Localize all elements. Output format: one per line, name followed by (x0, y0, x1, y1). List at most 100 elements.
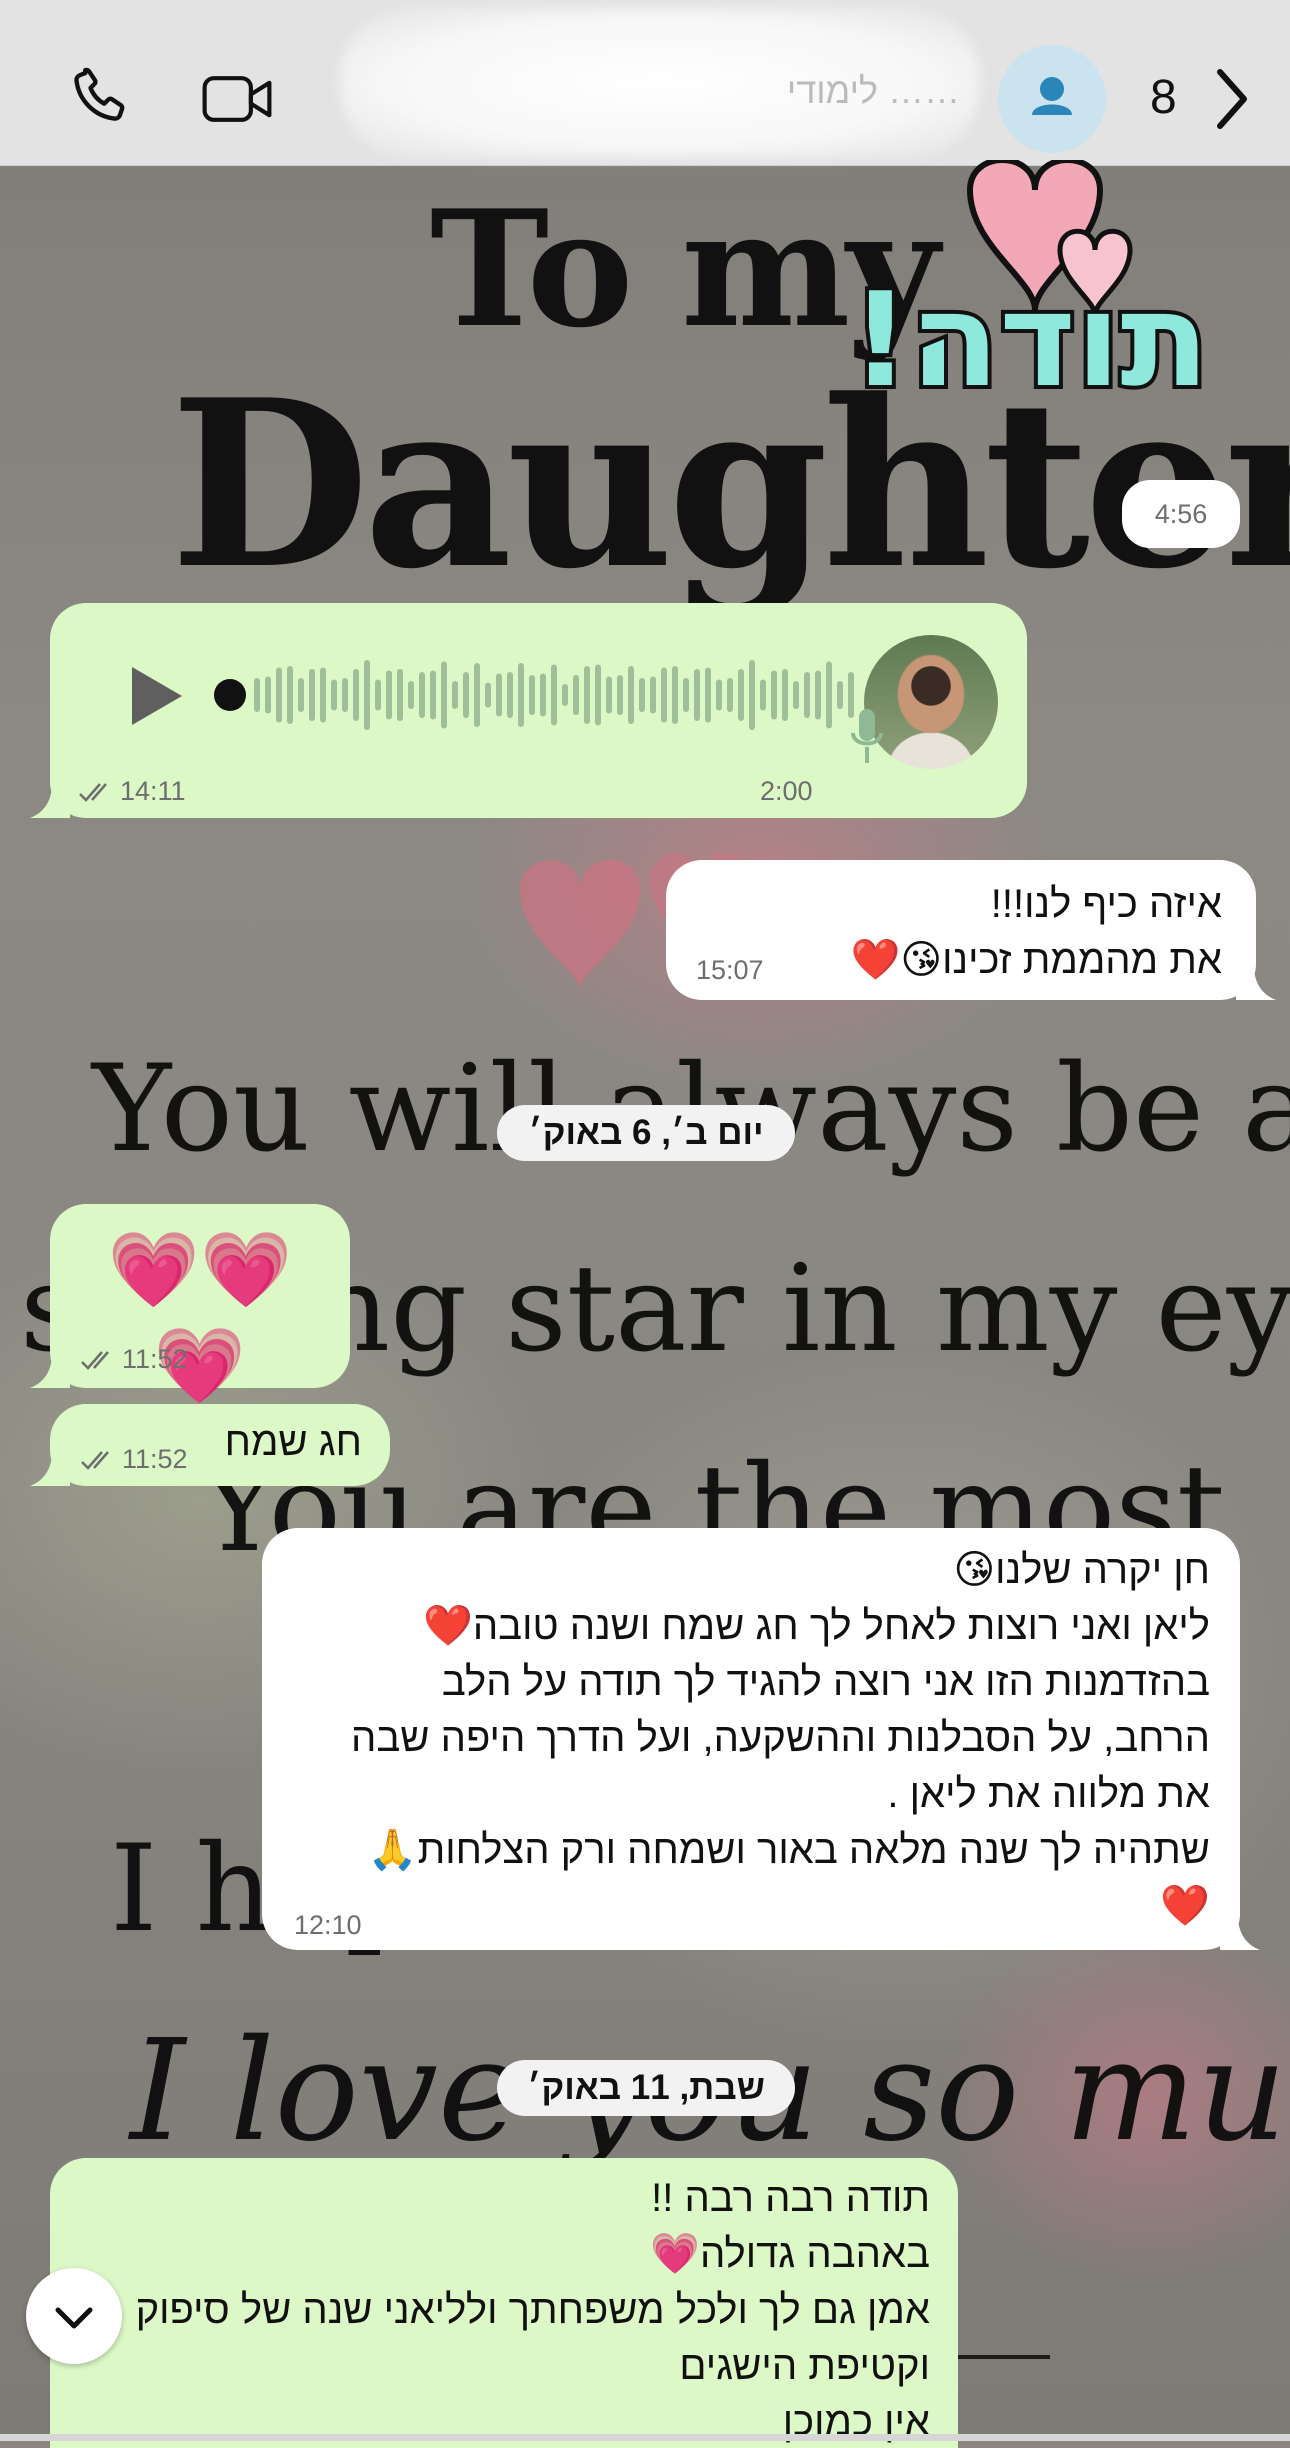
sticker-timestamp: 4:56 (1122, 480, 1240, 548)
audio-waveform[interactable] (210, 643, 860, 748)
voice-duration: 2:00 (760, 776, 813, 806)
waveform-bar (551, 664, 557, 726)
read-ticks-icon (81, 1451, 109, 1470)
waveform-bar (683, 678, 689, 712)
contact-avatar[interactable] (998, 45, 1106, 153)
voice-time-text: 14:11 (120, 776, 186, 806)
bubble-tail (1220, 1916, 1260, 1950)
video-camera-icon[interactable] (200, 70, 274, 128)
waveform-bar (496, 673, 502, 717)
play-icon[interactable] (120, 661, 190, 731)
waveform-bar (573, 675, 579, 715)
message-time: 11:52 (80, 1344, 188, 1375)
waveform-bar (386, 670, 392, 720)
voice-timestamp: 14:11 (78, 776, 186, 807)
waveform-bar (342, 678, 348, 712)
waveform-bar (716, 679, 722, 711)
waveform-bar (815, 670, 821, 720)
thank-you-sticker[interactable]: תודה! (820, 160, 1240, 420)
message-bubble-outgoing[interactable]: 💗💗💗 11:52 (30, 1204, 350, 1407)
chat-header: …… לימודי 8 (0, 0, 1290, 166)
waveform-bar (617, 675, 623, 715)
bubble-tail (1236, 966, 1276, 1000)
chevron-down-icon (55, 2307, 93, 2329)
waveform-bar (628, 666, 634, 724)
waveform-bar (793, 681, 799, 709)
message-text: איזה כיף לנו!!! את מהממת זכינו😘❤️ (850, 882, 1222, 982)
message-time: 15:07 (696, 955, 764, 985)
waveform-bar (672, 666, 678, 724)
phone-icon[interactable] (66, 62, 136, 132)
waveform-bar (826, 661, 832, 729)
waveform-bar (606, 676, 612, 714)
waveform-bar (771, 670, 777, 720)
waveform-bar (463, 672, 469, 718)
date-separator: יום ב׳, 6 באוק׳ (497, 1105, 795, 1161)
message-text: תודה רבה רבה !! באהבה גדולה💗 אמן גם לך ו… (135, 2176, 930, 2444)
message-time: 11:52 (80, 1444, 188, 1475)
waveform-bar (540, 673, 546, 717)
waveform-bar (760, 679, 766, 711)
waveform-bar (507, 672, 513, 718)
waveform-bar (320, 667, 326, 723)
unread-count-badge[interactable]: 8 (1150, 70, 1177, 125)
waveform-bar (309, 669, 315, 721)
waveform-bar (749, 660, 755, 730)
waveform-bar (694, 669, 700, 721)
waveform-bar (727, 678, 733, 712)
message-text: 💗💗💗 (107, 1228, 293, 1407)
microphone-icon (851, 709, 883, 763)
waveform-bar (474, 663, 480, 727)
read-ticks-icon (81, 1351, 109, 1370)
waveform-bar (518, 663, 524, 727)
waveform-bar (738, 669, 744, 721)
waveform-bar (452, 681, 458, 709)
waveform-bar (639, 678, 645, 712)
message-bubble-incoming[interactable]: איזה כיף לנו!!! את מהממת זכינו😘❤️ 15:07 (666, 860, 1276, 1000)
waveform-bar (595, 664, 601, 726)
waveform-bar (562, 684, 568, 706)
waveform-bar (353, 669, 359, 721)
message-time-text: 11:52 (122, 1344, 188, 1374)
message-text: חן יקרה שלנו😘 ליאן ואני רוצות לאחל לך חג… (351, 1548, 1210, 1928)
date-separator: שבת, 11 באוק׳ (497, 2060, 795, 2116)
waveform-bar (375, 679, 381, 711)
waveform-bar (804, 672, 810, 718)
waveform-bar (485, 682, 491, 708)
waveform-bar (265, 676, 271, 714)
read-ticks-icon (79, 783, 107, 802)
waveform-bar (661, 667, 667, 723)
waveform-bar (287, 666, 293, 724)
bottom-edge (0, 2434, 1290, 2441)
chevron-right-icon[interactable] (1212, 64, 1252, 134)
waveform-bar (529, 675, 535, 715)
scroll-to-bottom-button[interactable] (26, 2268, 122, 2364)
playhead-dot[interactable] (214, 679, 246, 711)
waveform-bar (331, 679, 337, 711)
waveform-bar (419, 672, 425, 718)
waveform-bar (441, 661, 447, 729)
voice-message-bubble[interactable]: 2:00 14:11 (30, 603, 1027, 818)
waveform-bar (397, 669, 403, 721)
message-time: 12:10 (294, 1910, 362, 1940)
contact-name[interactable]: …… לימודי (380, 70, 960, 112)
bubble-tail (30, 1452, 70, 1486)
waveform-bar (364, 660, 370, 730)
person-icon (1032, 77, 1072, 115)
waveform-bar (837, 681, 843, 709)
message-bubble-outgoing[interactable]: חג שמח 11:52 (30, 1404, 390, 1486)
waveform-bar (408, 681, 414, 709)
waveform-bar (782, 669, 788, 721)
message-bubble-incoming[interactable]: חן יקרה שלנו😘 ליאן ואני רוצות לאחל לך חג… (262, 1528, 1260, 1950)
waveform-bar (650, 676, 656, 714)
waveform-bar (298, 678, 304, 712)
message-bubble-outgoing[interactable]: תודה רבה רבה !! באהבה גדולה💗 אמן גם לך ו… (50, 2158, 958, 2448)
waveform-bar (584, 666, 590, 724)
waveform-bar (276, 667, 282, 723)
waveform-bar (254, 678, 260, 712)
sticker-text: תודה! (851, 264, 1209, 416)
waveform-bar (430, 670, 436, 720)
message-time-text: 11:52 (122, 1444, 188, 1474)
waveform-bar (705, 667, 711, 723)
bubble-tail (30, 1354, 70, 1388)
